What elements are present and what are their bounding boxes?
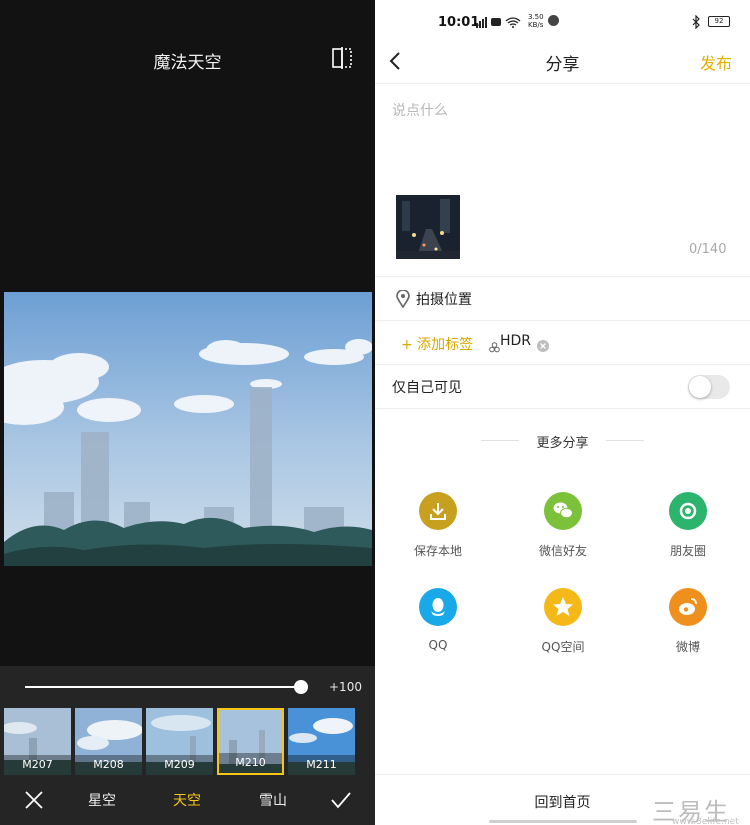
more-share-title: 更多分享	[536, 436, 589, 451]
location-pin-icon	[396, 289, 410, 309]
weibo-icon	[669, 588, 707, 626]
category-tab-active[interactable]: 天空	[173, 790, 201, 810]
char-count: 0/140	[689, 242, 727, 257]
share-target-label: QQ	[428, 638, 448, 652]
sky-thumbnail-label: M209	[146, 755, 213, 775]
divider-line	[606, 440, 644, 441]
share-save-local[interactable]: 保存本地	[388, 492, 488, 559]
intensity-slider-track[interactable]	[25, 686, 301, 688]
intensity-slider-handle[interactable]	[294, 680, 308, 694]
qq-icon	[419, 588, 457, 626]
sky-thumbnail-strip: M207 M208 M209 M210 M211	[4, 708, 375, 775]
sky-editor-panel: 魔法天空 +100 M207 M208 M209 M210 M211 星空 天空…	[0, 0, 375, 825]
share-qq[interactable]: QQ	[388, 588, 488, 652]
edited-photo	[4, 292, 372, 566]
sky-thumbnail-label: M210	[219, 753, 282, 773]
sky-thumbnail-selected[interactable]: M210	[217, 708, 284, 775]
sky-thumbnail-label: M208	[75, 755, 142, 775]
share-panel: 10:01 3.50 KB/s 92 分享 发布 说点什么 0/140 拍摄位置…	[375, 0, 750, 825]
nav-bar: 分享 发布	[375, 40, 750, 84]
remove-tag-icon[interactable]	[537, 337, 549, 352]
tag-chip: HDR	[500, 333, 532, 349]
moments-icon	[669, 492, 707, 530]
publish-button[interactable]: 发布	[700, 50, 732, 74]
sky-thumbnail-label: M211	[288, 755, 355, 775]
check-icon[interactable]	[331, 791, 351, 809]
tags-row: + 添加标签 HDR	[375, 320, 750, 364]
home-indicator[interactable]	[489, 820, 637, 823]
share-target-label: 微博	[675, 640, 700, 654]
category-tab[interactable]: 星空	[88, 790, 116, 810]
section-divider	[375, 408, 750, 409]
post-text-input[interactable]: 说点什么	[392, 100, 448, 120]
location-label: 拍摄位置	[416, 292, 472, 308]
intensity-value: +100	[329, 680, 362, 694]
private-row: 仅自己可见	[375, 364, 750, 408]
bluetooth-icon	[691, 14, 701, 30]
share-moments[interactable]: 朋友圈	[638, 492, 738, 559]
app-notification-icon	[548, 15, 559, 26]
share-qzone[interactable]: QQ空间	[513, 588, 613, 655]
sky-thumbnail-label: M207	[4, 755, 71, 775]
location-row[interactable]: 拍摄位置	[375, 276, 750, 320]
page-title: 分享	[545, 55, 580, 75]
watermark-logo: 三易生活 www.3elife.net	[652, 798, 739, 825]
private-label: 仅自己可见	[392, 380, 462, 396]
category-tab[interactable]: 雪山	[259, 790, 287, 810]
sky-thumbnail[interactable]: M209	[146, 708, 213, 775]
toggle-knob	[689, 376, 711, 398]
tag-icon	[489, 338, 500, 353]
share-target-label: 保存本地	[413, 544, 462, 558]
sky-thumbnail[interactable]: M207	[4, 708, 71, 775]
status-bar: 10:01 3.50 KB/s 92	[375, 0, 750, 40]
wechat-icon	[544, 492, 582, 530]
battery-icon: 92	[708, 16, 730, 27]
share-target-label: QQ空间	[541, 640, 585, 654]
net-speed: 3.50 KB/s	[528, 13, 544, 29]
share-target-label: 微信好友	[538, 544, 587, 558]
share-target-label: 朋友圈	[669, 544, 706, 558]
sky-thumbnail[interactable]: M211	[288, 708, 355, 775]
share-weibo[interactable]: 微博	[638, 588, 738, 655]
private-toggle[interactable]	[688, 375, 730, 399]
attached-photo-thumbnail[interactable]	[396, 195, 460, 259]
editor-title: 魔法天空	[153, 53, 222, 73]
download-icon	[419, 492, 457, 530]
battery-level: 92	[714, 17, 724, 25]
sky-thumbnail[interactable]: M208	[75, 708, 142, 775]
add-tag-button[interactable]: + 添加标签	[401, 334, 473, 354]
sky-category-bar: 星空 天空 雪山	[0, 786, 375, 816]
status-time: 10:01	[438, 15, 480, 30]
qzone-icon	[544, 588, 582, 626]
share-wechat-friend[interactable]: 微信好友	[513, 492, 613, 559]
compare-icon[interactable]	[330, 47, 354, 69]
